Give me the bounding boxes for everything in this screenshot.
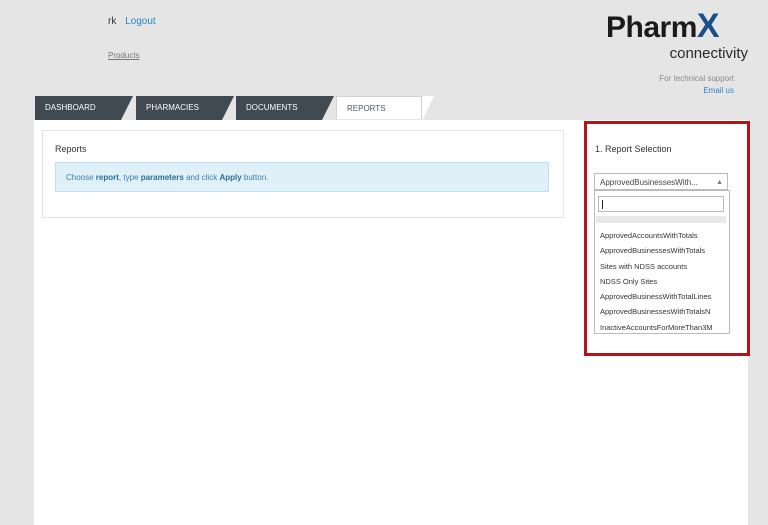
tab-documents[interactable]: DOCUMENTS — [236, 96, 334, 120]
info-text: and click — [183, 173, 220, 182]
report-search-input[interactable] — [598, 196, 724, 212]
report-option-list: ApprovedAccountsWithTotals ApprovedBusin… — [595, 228, 729, 333]
tab-dashboard-label: DASHBOARD — [45, 103, 96, 112]
tab-dashboard[interactable]: DASHBOARD — [35, 96, 133, 120]
report-option[interactable]: NDSS Only Sites — [595, 274, 729, 289]
info-text: button. — [241, 173, 269, 182]
user-name: rk — [108, 16, 117, 27]
tab-pharmacies[interactable]: PHARMACIES — [136, 96, 234, 120]
info-report-word: report — [95, 173, 119, 182]
info-parameters-word: parameters — [140, 173, 184, 182]
text-caret — [602, 200, 603, 209]
user-block: rk Logout — [108, 16, 156, 27]
right-gutter — [748, 0, 768, 525]
reports-info-message: Choose report, type parameters and click… — [55, 162, 549, 192]
reports-card: Reports Choose report, type parameters a… — [42, 130, 564, 218]
logout-link[interactable]: Logout — [125, 16, 156, 27]
report-select-value: ApprovedBusinessesWith... — [600, 178, 698, 187]
report-option[interactable]: Sites with NDSS accounts — [595, 259, 729, 274]
report-dropdown: ApprovedAccountsWithTotals ApprovedBusin… — [594, 190, 730, 334]
info-text: , type — [118, 173, 141, 182]
left-gutter — [0, 0, 34, 525]
pharmx-logo: PharmX connectivity — [606, 8, 748, 68]
report-option[interactable]: InactiveAccountsForMoreThan3M — [595, 320, 729, 333]
report-option[interactable]: ApprovedBusinessWithTotalLines — [595, 289, 729, 304]
report-option[interactable]: ApprovedAccountsWithTotals — [595, 228, 729, 243]
tab-reports-label: REPORTS — [347, 104, 386, 113]
support-text: For technical support — [659, 74, 734, 83]
report-selection-title: 1. Report Selection — [595, 144, 672, 154]
tab-pharmacies-label: PHARMACIES — [146, 103, 199, 112]
logo-tagline: connectivity — [669, 45, 748, 62]
info-text: Choose — [66, 173, 96, 182]
logo-wordmark: PharmX — [606, 7, 720, 46]
products-link[interactable]: Products — [108, 51, 140, 60]
caret-down-icon: ▲ — [716, 179, 723, 186]
logo-x: X — [696, 7, 720, 45]
report-option[interactable]: ApprovedBusinessesWithTotals — [595, 243, 729, 258]
logo-pharm: Pharm — [606, 11, 697, 44]
tab-documents-label: DOCUMENTS — [246, 103, 298, 112]
email-us-link[interactable]: Email us — [644, 86, 734, 95]
report-option[interactable]: ApprovedBusinessesWithTotalsN — [595, 304, 729, 319]
tab-reports[interactable]: REPORTS — [336, 96, 434, 121]
report-select[interactable]: ApprovedBusinessesWith... ▲ — [594, 173, 728, 190]
reports-title: Reports — [55, 144, 87, 154]
report-selection-panel: 1. Report Selection ApprovedBusinessesWi… — [584, 121, 750, 356]
highlighted-option[interactable] — [596, 216, 726, 223]
info-apply-word: Apply — [219, 173, 242, 182]
